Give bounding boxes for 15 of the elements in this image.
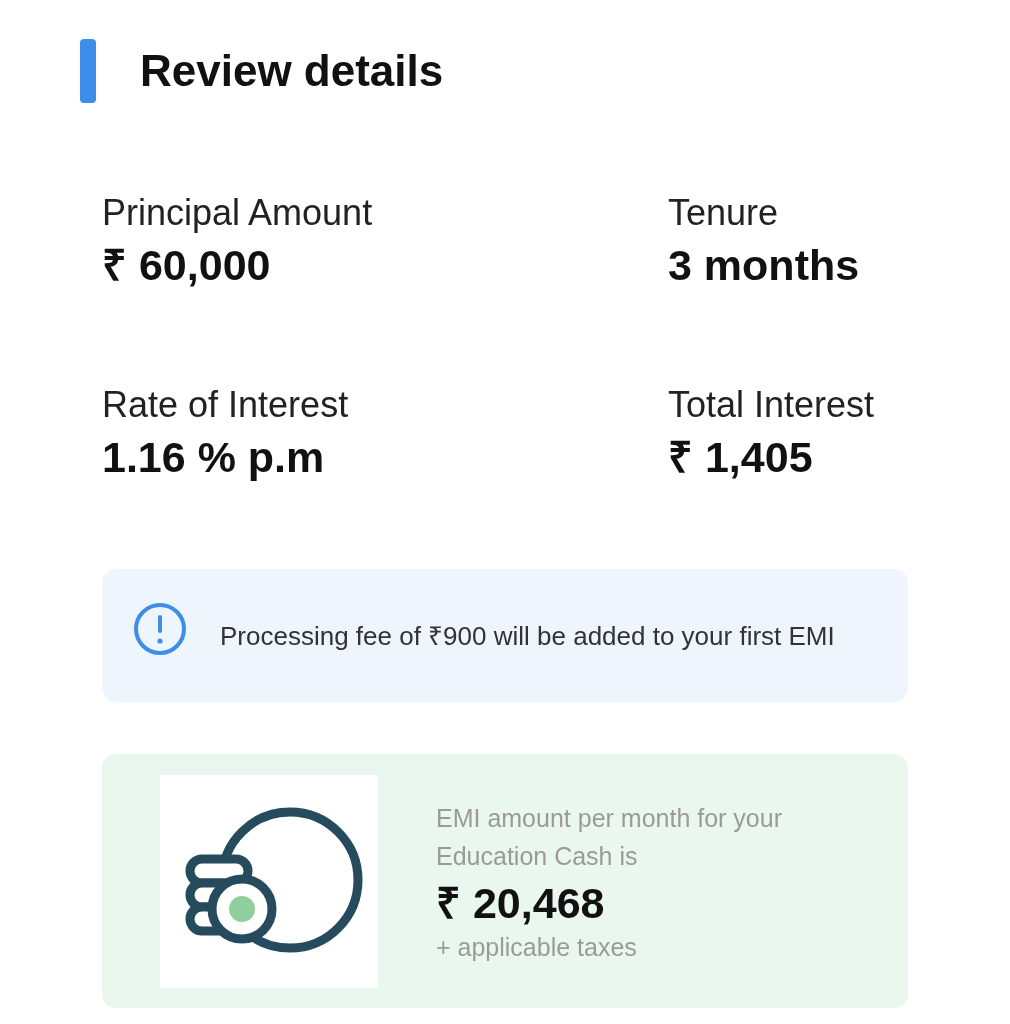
detail-label: Tenure: [668, 191, 780, 235]
accent-bar: [80, 39, 96, 103]
tax-note: + applicable taxes: [436, 932, 638, 963]
detail-value: 3 months: [668, 240, 861, 291]
detail-label: Principal Amount: [102, 191, 374, 235]
detail-label: Total Interest: [668, 383, 876, 427]
detail-value: ₹ 60,000: [102, 240, 272, 291]
detail-value: 1.16 % p.m: [102, 432, 326, 483]
detail-value: ₹ 1,405: [668, 432, 814, 483]
section-title: Review details: [140, 46, 444, 96]
info-icon: [132, 600, 188, 657]
emi-caption: EMI amount per month for your Education Cash is: [436, 803, 783, 872]
notice-text: Processing fee of ₹900 will be added to your first EMI: [220, 619, 835, 653]
emi-amount: ₹ 20,468: [436, 878, 606, 929]
detail-label: Rate of Interest: [102, 383, 350, 427]
